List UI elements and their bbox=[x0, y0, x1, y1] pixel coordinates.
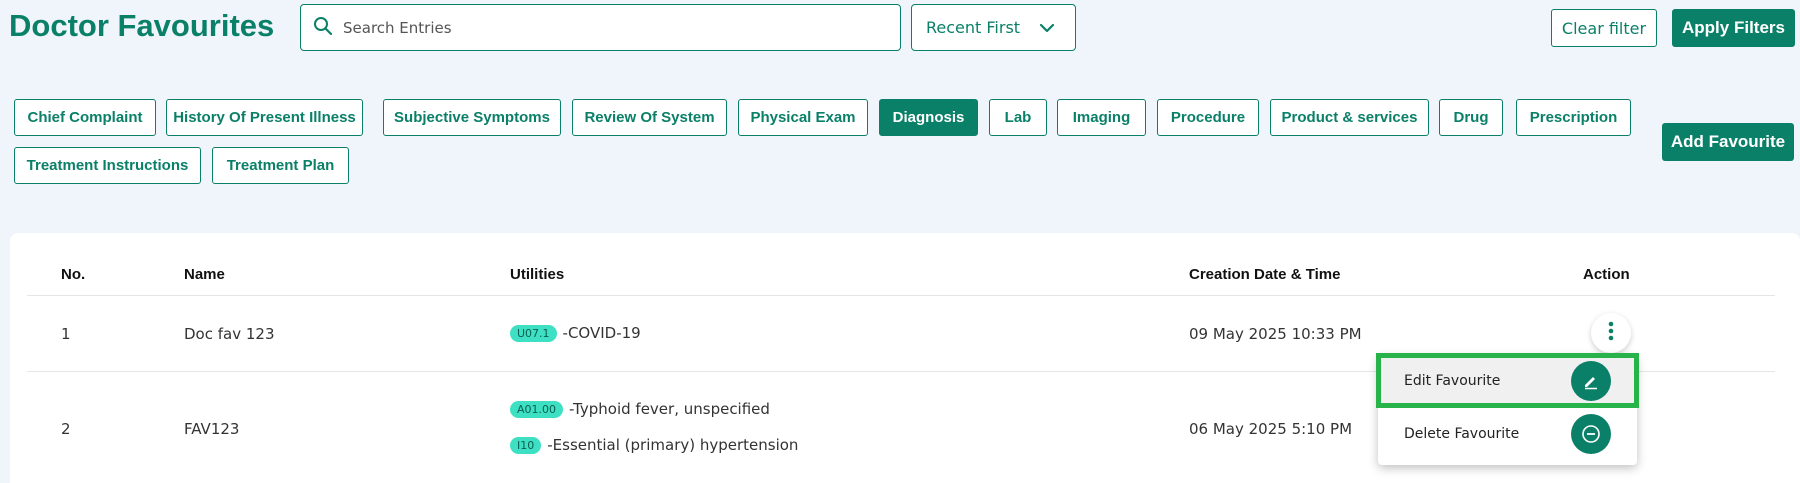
chip-lab[interactable]: Lab bbox=[989, 99, 1047, 136]
header-action: Action bbox=[1583, 266, 1630, 283]
search-icon bbox=[313, 16, 333, 40]
chip-chief-complaint[interactable]: Chief Complaint bbox=[14, 99, 156, 136]
utility-text: -COVID-19 bbox=[562, 324, 641, 342]
row-1-utility-1: U07.1 -COVID-19 bbox=[510, 324, 641, 342]
delete-favourite-menu-item[interactable]: Delete Favourite bbox=[1378, 408, 1637, 459]
header-name: Name bbox=[184, 266, 225, 283]
row-2-no: 2 bbox=[61, 420, 71, 438]
search-input[interactable] bbox=[343, 18, 883, 37]
chip-subjective-symptoms[interactable]: Subjective Symptoms bbox=[383, 99, 561, 136]
chip-treatment-plan[interactable]: Treatment Plan bbox=[212, 147, 349, 184]
page-title: Doctor Favourites bbox=[9, 8, 275, 43]
chip-prescription[interactable]: Prescription bbox=[1516, 99, 1631, 136]
chip-review-of-system[interactable]: Review Of System bbox=[572, 99, 727, 136]
sort-label: Recent First bbox=[926, 18, 1021, 37]
utility-text: -Typhoid fever, unspecified bbox=[569, 400, 770, 418]
code-badge: I10 bbox=[510, 436, 542, 454]
row-2-date: 06 May 2025 5:10 PM bbox=[1189, 420, 1353, 438]
code-badge: A01.00 bbox=[510, 400, 564, 418]
utility-text: -Essential (primary) hypertension bbox=[547, 436, 799, 454]
clear-filter-button[interactable]: Clear filter bbox=[1551, 9, 1657, 47]
chip-procedure[interactable]: Procedure bbox=[1157, 99, 1259, 136]
code-badge: U07.1 bbox=[510, 324, 557, 342]
chip-treatment-instructions[interactable]: Treatment Instructions bbox=[14, 147, 201, 184]
kebab-menu-icon bbox=[1608, 321, 1614, 345]
edit-favourite-menu-item[interactable]: Edit Favourite bbox=[1376, 353, 1639, 408]
chip-product-services[interactable]: Product & services bbox=[1270, 99, 1429, 136]
chevron-down-icon bbox=[1039, 18, 1055, 37]
chip-drug[interactable]: Drug bbox=[1439, 99, 1503, 136]
delete-favourite-label: Delete Favourite bbox=[1404, 425, 1520, 442]
apply-filters-button[interactable]: Apply Filters bbox=[1672, 9, 1795, 47]
search-box[interactable] bbox=[300, 4, 901, 51]
sort-dropdown[interactable]: Recent First bbox=[911, 4, 1076, 51]
top-bar: Doctor Favourites Recent First Clear fil… bbox=[0, 0, 1800, 60]
edit-favourite-label: Edit Favourite bbox=[1404, 372, 1501, 389]
chip-physical-exam[interactable]: Physical Exam bbox=[738, 99, 868, 136]
row-1-name: Doc fav 123 bbox=[184, 325, 275, 343]
row-divider bbox=[27, 295, 1775, 296]
add-favourite-button[interactable]: Add Favourite bbox=[1662, 123, 1794, 161]
row-1-date: 09 May 2025 10:33 PM bbox=[1189, 325, 1362, 343]
chip-imaging[interactable]: Imaging bbox=[1057, 99, 1146, 136]
row-2-utility-1: A01.00 -Typhoid fever, unspecified bbox=[510, 400, 770, 418]
row-1-no: 1 bbox=[61, 325, 71, 343]
action-menu: Edit Favourite Delete Favourite bbox=[1376, 353, 1639, 465]
header-no: No. bbox=[61, 266, 86, 283]
remove-circle-icon[interactable] bbox=[1571, 413, 1611, 454]
chip-diagnosis[interactable]: Diagnosis bbox=[879, 99, 978, 136]
row-2-utility-2: I10 -Essential (primary) hypertension bbox=[510, 436, 798, 454]
header-creation-date: Creation Date & Time bbox=[1189, 266, 1341, 283]
chip-history-of-present-illness[interactable]: History Of Present Illness bbox=[166, 99, 363, 136]
row-1-more-options-button[interactable] bbox=[1591, 313, 1631, 353]
header-utilities: Utilities bbox=[510, 266, 565, 283]
pencil-icon[interactable] bbox=[1571, 360, 1611, 401]
row-2-name: FAV123 bbox=[184, 420, 240, 438]
